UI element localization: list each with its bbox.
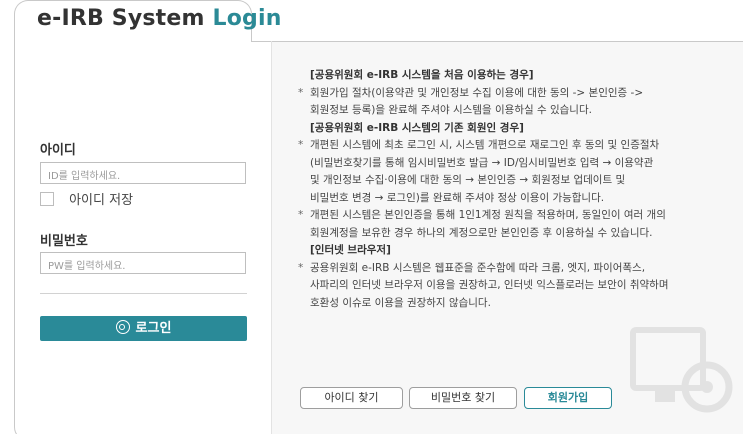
info-line: 사파리의 인터넷 브라우저 이용을 권장하고, 인터넷 익스플로러는 보안이 취… [310, 279, 669, 291]
info-heading-new: [공용위원회 e-IRB 시스템을 처음 이용하는 경우] [310, 69, 534, 81]
login-icon [115, 320, 130, 334]
login-button[interactable]: 로그인 [40, 316, 247, 341]
title-login: Login [212, 6, 282, 31]
info-line: 회원계정을 보유한 경우 하나의 계정으로만 본인인증 후 이용하실 수 있습니… [310, 226, 653, 239]
signup-button[interactable]: 회원가입 [524, 387, 612, 409]
remember-id-label: 아이디 저장 [69, 193, 134, 208]
info-line: 공용위원회 e-IRB 시스템은 웹표준을 준수함에 따라 크롬, 엣지, 파이… [310, 261, 646, 274]
info-line: 개편된 시스템에 최초 로그인 시, 시스템 개편으로 재로그인 후 동의 및 … [310, 139, 660, 151]
info-line: 및 개인정보 수집·이용에 대한 동의 → 본인인증 → 회원정보 업데이트 및 [310, 174, 626, 186]
info-bullet-account: 개편된 시스템은 본인인증을 통해 1인1계정 원칙을 적용하며, 동일인이 여… [298, 207, 730, 242]
info-line: (비밀번호찾기를 통해 임시비밀번호 발급 → ID/임시비밀번호 입력 → 이… [310, 156, 654, 169]
info-line: 비밀번호 변경 → 로그인)를 완료해 주셔야 정상 이용이 가능합니다. [310, 191, 605, 204]
panel-divider [271, 41, 272, 434]
id-label: 아이디 [40, 143, 76, 158]
remember-id[interactable]: 아이디 저장 [40, 188, 133, 208]
info-bullet-existing: 개편된 시스템에 최초 로그인 시, 시스템 개편으로 재로그인 후 동의 및 … [298, 137, 730, 207]
divider [40, 293, 247, 294]
info-heading-existing: [공용위원회 e-IRB 시스템의 기존 회원인 경우] [310, 121, 524, 134]
id-input[interactable]: ID를 입력하세요. [40, 162, 246, 184]
info-bullet-new: 회원가입 절차(이용약관 및 개인정보 수집 이용에 대한 동의 -> 본인인증… [298, 85, 730, 120]
login-tab: e-IRB System Login [14, 0, 281, 42]
monitor-watermark-icon [630, 327, 733, 413]
pw-label: 비밀번호 [40, 234, 88, 249]
info-line: 회원가입 절차(이용약관 및 개인정보 수집 이용에 대한 동의 -> 본인인증… [310, 86, 644, 99]
title-system: e-IRB System [37, 6, 205, 31]
page-title: e-IRB System Login [37, 6, 282, 31]
info-bullet-browser: 공용위원회 e-IRB 시스템은 웹표준을 준수함에 따라 크롬, 엣지, 파이… [298, 260, 730, 313]
info-line: 개편된 시스템은 본인인증을 통해 1인1계정 원칙을 적용하며, 동일인이 여… [310, 209, 666, 221]
info-heading-browser: [인터넷 브라우저] [310, 244, 391, 256]
info-line: 회원정보 등록)을 완료해 주셔야 시스템을 이용하실 수 있습니다. [310, 104, 592, 116]
login-button-label: 로그인 [135, 321, 172, 336]
pw-input[interactable]: PW를 입력하세요. [40, 252, 246, 274]
info-line: 호환성 이슈로 이용을 권장하지 않습니다. [310, 296, 491, 309]
remember-id-checkbox[interactable] [40, 191, 54, 206]
find-id-button[interactable]: 아이디 찾기 [300, 387, 403, 409]
find-pw-button[interactable]: 비밀번호 찾기 [409, 387, 517, 409]
info-text: [공용위원회 e-IRB 시스템을 처음 이용하는 경우] 회원가입 절차(이용… [298, 67, 730, 312]
